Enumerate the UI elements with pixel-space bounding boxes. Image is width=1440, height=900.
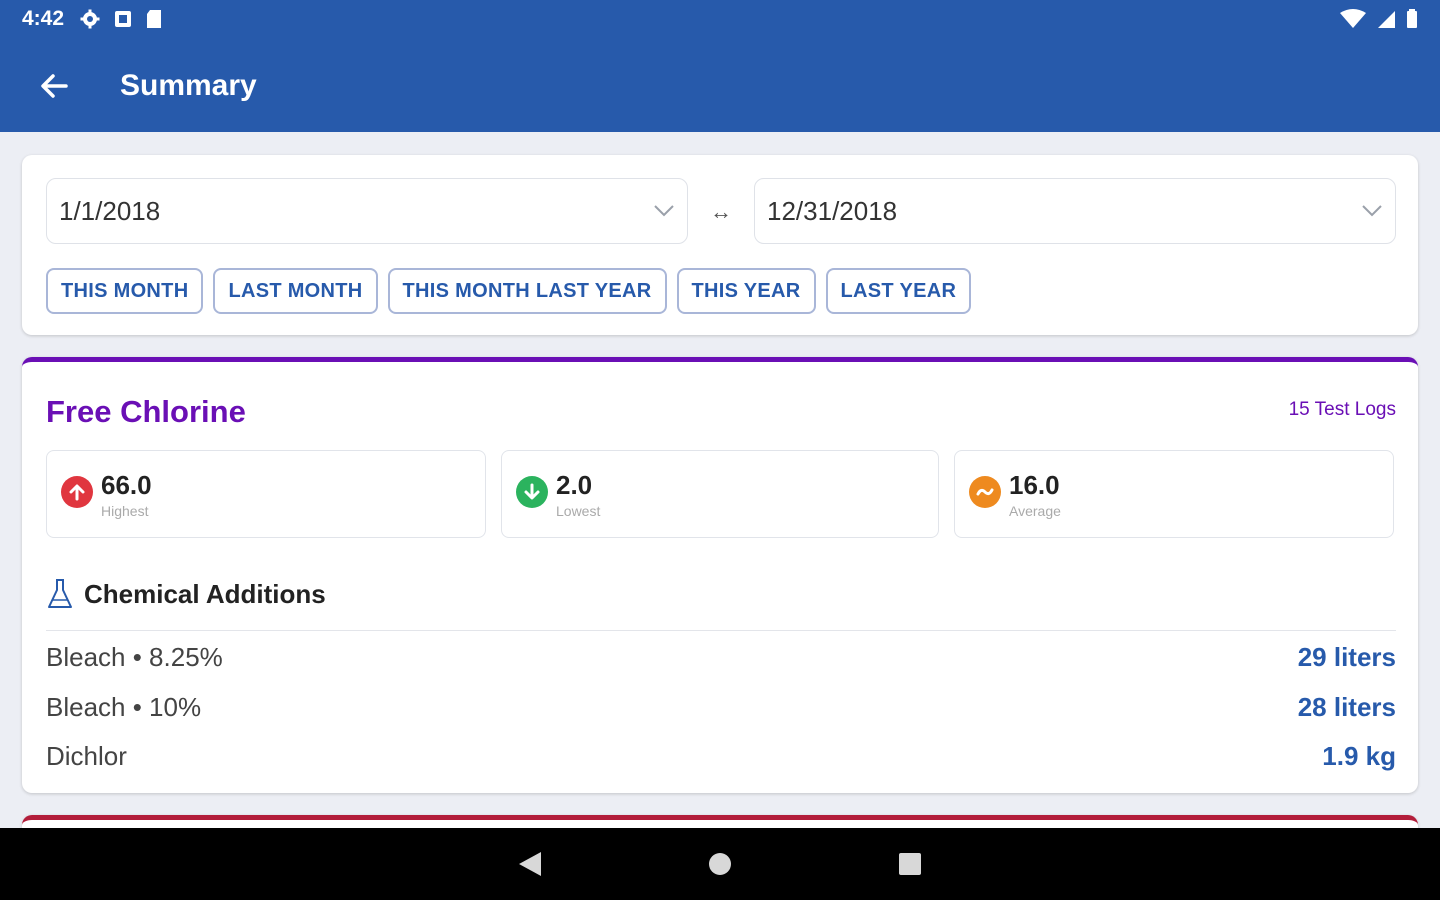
chemical-amount: 28 liters	[1297, 692, 1396, 722]
status-time: 4:42	[22, 7, 65, 30]
chemical-additions-header: Chemical Additions	[46, 578, 326, 610]
page-title: Summary	[120, 69, 257, 102]
date-range-card: 1/1/2018 ↔ 12/31/2018 THIS MONTH LAST MO…	[22, 155, 1418, 335]
nav-home-button[interactable]	[700, 844, 740, 884]
stat-label: Average	[1009, 502, 1061, 519]
nav-recents-button[interactable]	[890, 844, 930, 884]
stat-label: Lowest	[556, 502, 601, 519]
divider	[46, 630, 1396, 631]
flask-icon	[48, 579, 72, 608]
chemical-row: Dichlor 1.9 kg	[46, 741, 1396, 772]
app-bar: 4:42 Summary	[0, 0, 1440, 132]
nav-back-button[interactable]	[510, 844, 550, 884]
tilde-icon	[969, 476, 1001, 508]
system-nav-bar	[0, 828, 1440, 900]
stat-value: 2.0	[556, 469, 593, 500]
back-button[interactable]	[24, 56, 84, 116]
chemical-additions-title: Chemical Additions	[84, 578, 326, 609]
stat-value: 66.0	[101, 469, 152, 500]
start-date-field[interactable]: 1/1/2018	[46, 178, 688, 244]
chlorine-title: Free Chlorine	[46, 394, 246, 429]
sd-card-icon	[147, 10, 162, 28]
stat-label: Highest	[101, 502, 149, 519]
chip-this-month-last-year[interactable]: THIS MONTH LAST YEAR	[387, 268, 667, 314]
chevron-down-icon	[1362, 205, 1382, 217]
triangle-back-icon	[519, 852, 541, 876]
chip-last-month[interactable]: LAST MONTH	[213, 268, 378, 314]
end-date-field[interactable]: 12/31/2018	[754, 178, 1396, 244]
test-logs-link[interactable]: 15 Test Logs	[1289, 399, 1396, 421]
date-range-separator: ↔	[710, 199, 732, 224]
stat-value: 16.0	[1009, 469, 1060, 500]
status-bar: 4:42	[0, 0, 1440, 38]
stat-highest: 66.0 Highest	[46, 450, 486, 538]
chemical-row: Bleach • 10% 28 liters	[46, 692, 1396, 723]
chip-this-year[interactable]: THIS YEAR	[676, 268, 816, 314]
square-recents-icon	[899, 853, 921, 875]
chemical-name: Bleach • 8.25%	[46, 642, 223, 672]
chemical-amount: 1.9 kg	[1322, 741, 1396, 771]
end-date-value: 12/31/2018	[767, 195, 898, 226]
arrow-back-icon	[41, 74, 68, 98]
chip-this-month[interactable]: THIS MONTH	[46, 268, 204, 314]
free-chlorine-card: Free Chlorine 15 Test Logs 66.0 Highest …	[22, 357, 1418, 793]
start-date-value: 1/1/2018	[59, 195, 161, 226]
chevron-down-icon	[654, 205, 674, 217]
chemical-amount: 29 liters	[1297, 642, 1396, 672]
chemical-name: Dichlor	[46, 741, 127, 771]
stat-lowest: 2.0 Lowest	[501, 450, 939, 538]
toolbar: Summary	[0, 56, 1440, 116]
wifi-icon	[1340, 9, 1366, 28]
chip-last-year[interactable]: LAST YEAR	[825, 268, 972, 314]
battery-icon	[1407, 9, 1417, 28]
stat-average: 16.0 Average	[954, 450, 1394, 538]
signal-icon	[1378, 11, 1395, 28]
gear-icon	[80, 9, 100, 29]
chemical-row: Bleach • 8.25% 29 liters	[46, 642, 1396, 673]
notification-icon	[115, 11, 132, 27]
chemical-name: Bleach • 10%	[46, 692, 202, 722]
date-preset-chips: THIS MONTH LAST MONTH THIS MONTH LAST YE…	[46, 268, 972, 314]
arrow-down-icon	[516, 476, 548, 508]
circle-home-icon	[709, 853, 731, 875]
arrow-up-icon	[61, 476, 93, 508]
